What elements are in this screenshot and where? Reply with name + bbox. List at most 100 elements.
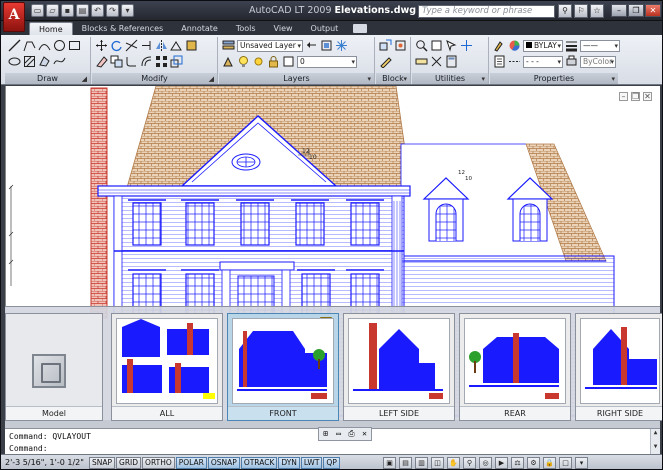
command-line[interactable]: Command: QVLAYOUT Command: ⊞ ▭ ⎙ ✕ ▲ ▼ bbox=[5, 427, 660, 455]
linetype-dropdown[interactable]: - - - bbox=[523, 55, 563, 68]
layout-thumb-all[interactable]: ALL bbox=[111, 313, 223, 421]
edit-block-icon[interactable] bbox=[379, 55, 392, 68]
coordinate-readout[interactable]: 2'-3 5/16", 1'-0 1/2" bbox=[5, 458, 84, 467]
lock-icon[interactable] bbox=[267, 55, 280, 68]
sun-freeze-icon[interactable] bbox=[252, 55, 265, 68]
redo-icon[interactable]: ↷ bbox=[106, 4, 119, 17]
block-expand-arrow-icon[interactable]: ▾ bbox=[403, 75, 407, 83]
minimize-button[interactable]: – bbox=[611, 4, 627, 17]
create-block-icon[interactable] bbox=[394, 39, 407, 52]
layers-expand-arrow-icon[interactable]: ▾ bbox=[367, 75, 371, 83]
line-icon[interactable] bbox=[8, 39, 21, 52]
ellipse-icon[interactable] bbox=[8, 55, 21, 68]
linetype-icon[interactable] bbox=[508, 55, 521, 68]
layer-properties-icon[interactable] bbox=[222, 39, 235, 52]
model-toggle-icon[interactable]: ▣ bbox=[383, 457, 396, 469]
annotation-scale-icon[interactable]: ⚖ bbox=[511, 457, 524, 469]
close-quickview-icon[interactable]: ✕ bbox=[359, 429, 370, 439]
drawing-restore-button[interactable]: ❐ bbox=[631, 92, 640, 101]
spline-icon[interactable] bbox=[53, 55, 66, 68]
otrack-toggle[interactable]: OTRACK bbox=[240, 457, 278, 469]
copy-icon[interactable] bbox=[110, 55, 123, 68]
layout-icon[interactable]: ◫ bbox=[431, 457, 444, 469]
lineweight-dropdown[interactable]: —— bbox=[580, 39, 620, 52]
quick-view-drawings-icon[interactable]: ▥ bbox=[415, 457, 428, 469]
ribbon-minimize-toggle[interactable] bbox=[353, 24, 368, 33]
rotate-icon[interactable] bbox=[110, 39, 123, 52]
grid-toggle[interactable]: GRID bbox=[116, 457, 142, 469]
tab-home[interactable]: Home bbox=[29, 22, 73, 35]
modify-expand-arrow-icon[interactable]: ◢ bbox=[209, 75, 214, 83]
qp-toggle[interactable]: QP bbox=[323, 457, 340, 469]
rectangle-icon[interactable] bbox=[68, 39, 81, 52]
properties-panel-label[interactable]: Properties bbox=[490, 73, 618, 84]
match-properties-icon[interactable] bbox=[493, 39, 506, 52]
draw-panel-label[interactable]: Draw bbox=[5, 73, 90, 84]
layer-freeze-icon[interactable] bbox=[335, 39, 348, 52]
polyline-icon[interactable] bbox=[23, 39, 36, 52]
pin-layouts-icon[interactable]: ⊞ bbox=[320, 429, 331, 439]
layer-state-dropdown[interactable]: Unsaved Layer bbox=[237, 39, 303, 52]
pan-hand-icon[interactable]: ✋ bbox=[447, 457, 460, 469]
properties-expand-arrow-icon[interactable]: ▾ bbox=[611, 75, 615, 83]
tab-annotate[interactable]: Annotate bbox=[172, 22, 227, 35]
restore-button[interactable]: ❐ bbox=[628, 4, 644, 17]
ortho-toggle[interactable]: ORTHO bbox=[142, 457, 175, 469]
polar-toggle[interactable]: POLAR bbox=[175, 457, 207, 469]
publish-icon[interactable]: ⎙ bbox=[346, 429, 357, 439]
explode-icon[interactable] bbox=[185, 39, 198, 52]
calculator-icon[interactable] bbox=[445, 55, 458, 68]
steeringwheel-icon[interactable]: ◎ bbox=[479, 457, 492, 469]
plot-style-icon[interactable] bbox=[565, 55, 578, 68]
command-scrollbar[interactable]: ▲ ▼ bbox=[650, 429, 660, 455]
insert-block-icon[interactable] bbox=[379, 39, 392, 52]
drawing-close-button[interactable]: ✕ bbox=[643, 92, 652, 101]
communication-center-icon[interactable]: ⚐ bbox=[574, 4, 588, 18]
utilities-expand-arrow-icon[interactable]: ▾ bbox=[481, 75, 485, 83]
select-similar-icon[interactable] bbox=[430, 55, 443, 68]
lwt-toggle[interactable]: LWT bbox=[300, 457, 323, 469]
tab-blocks-references[interactable]: Blocks & References bbox=[73, 22, 173, 35]
lineweight-icon[interactable] bbox=[565, 39, 578, 52]
move-icon[interactable] bbox=[95, 39, 108, 52]
layout-thumb-model[interactable]: Model bbox=[5, 313, 103, 421]
open-file-icon[interactable]: ▱ bbox=[46, 4, 59, 17]
layout-thumb-rear[interactable]: REAR bbox=[459, 313, 571, 421]
layer-isolate-icon[interactable] bbox=[320, 39, 333, 52]
current-layer-dropdown[interactable]: 0 bbox=[297, 55, 357, 68]
workspace-switch-icon[interactable]: ⚙ bbox=[527, 457, 540, 469]
plot-style-dropdown[interactable]: ByColor bbox=[580, 55, 616, 68]
search-icon[interactable]: ⚲ bbox=[558, 4, 572, 18]
region-icon[interactable] bbox=[38, 55, 51, 68]
mirror-icon[interactable] bbox=[155, 39, 168, 52]
snap-toggle[interactable]: SNAP bbox=[89, 457, 116, 469]
list-properties-icon[interactable] bbox=[493, 55, 506, 68]
drawing-minimize-button[interactable]: – bbox=[619, 92, 628, 101]
clean-screen-icon[interactable]: □ bbox=[559, 457, 572, 469]
offset-icon[interactable] bbox=[140, 55, 153, 68]
draw-expand-arrow-icon[interactable]: ◢ bbox=[82, 75, 87, 83]
layout-thumb-front[interactable]: FRONT bbox=[227, 313, 339, 421]
utilities-panel-label[interactable]: Utilities bbox=[412, 73, 488, 84]
fillet-icon[interactable] bbox=[125, 55, 138, 68]
tab-view[interactable]: View bbox=[265, 22, 302, 35]
quick-view-layouts-icon[interactable]: ▤ bbox=[399, 457, 412, 469]
array-icon[interactable] bbox=[155, 55, 168, 68]
zoom-icon[interactable] bbox=[415, 39, 428, 52]
layout-thumb-left-side[interactable]: LEFT SIDE bbox=[343, 313, 455, 421]
undo-icon[interactable]: ↶ bbox=[91, 4, 104, 17]
dyn-toggle[interactable]: DYN bbox=[278, 457, 300, 469]
new-layout-icon[interactable]: ▭ bbox=[333, 429, 344, 439]
tab-output[interactable]: Output bbox=[302, 22, 348, 35]
arc-icon[interactable] bbox=[38, 39, 51, 52]
extend-icon[interactable] bbox=[140, 39, 153, 52]
layer-previous-icon[interactable] bbox=[305, 39, 318, 52]
modify-panel-label[interactable]: Modify bbox=[92, 73, 217, 84]
measure-icon[interactable] bbox=[415, 55, 428, 68]
save-icon[interactable]: ▪ bbox=[61, 4, 74, 17]
trim-icon[interactable] bbox=[125, 39, 138, 52]
close-button[interactable]: ✕ bbox=[645, 4, 661, 17]
lock-toolbars-icon[interactable]: 🔒 bbox=[543, 457, 556, 469]
favorites-star-icon[interactable]: ☆ bbox=[590, 4, 604, 18]
lightbulb-icon[interactable] bbox=[237, 55, 250, 68]
